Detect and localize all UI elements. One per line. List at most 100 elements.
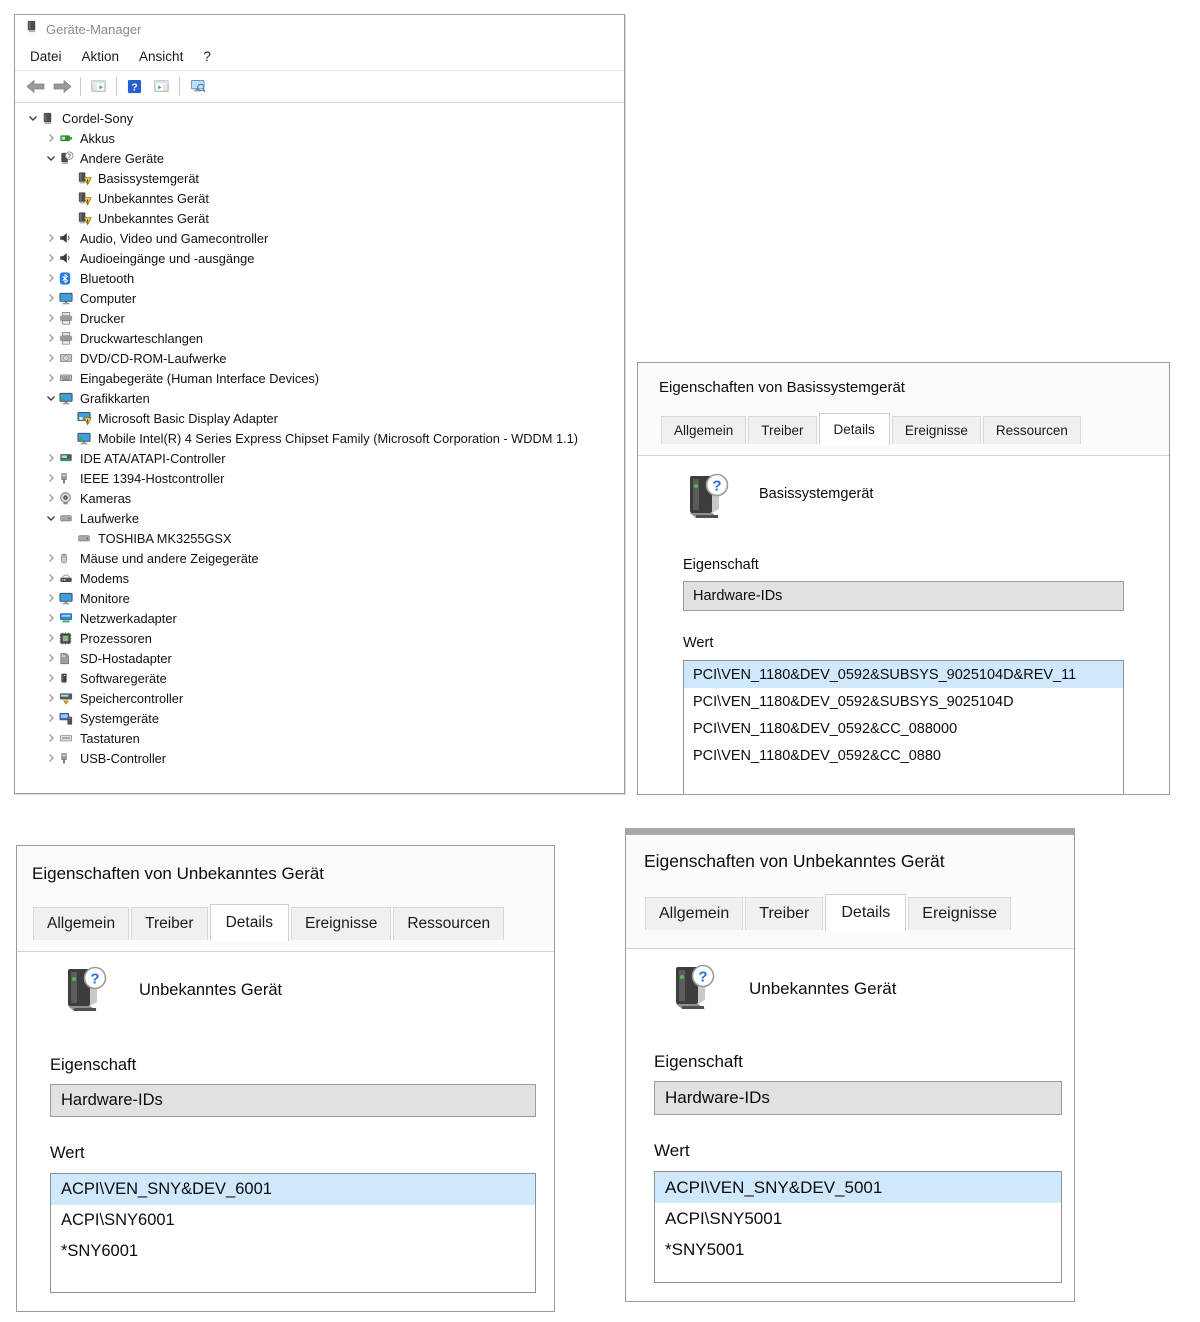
menu-item-aktion[interactable]: Aktion bbox=[72, 45, 130, 68]
chevron-collapsed-icon[interactable] bbox=[43, 711, 58, 726]
tab-ressourcen[interactable]: Ressourcen bbox=[983, 416, 1081, 444]
tree-item[interactable]: IDE ATA/ATAPI-Controller bbox=[15, 448, 624, 468]
hardware-id-value[interactable]: PCI\VEN_1180&DEV_0592&SUBSYS_9025104D&RE… bbox=[684, 661, 1123, 688]
tree-item[interactable]: Softwaregeräte bbox=[15, 668, 624, 688]
property-dropdown[interactable]: Hardware-IDs bbox=[50, 1084, 536, 1117]
tree-item[interactable]: Systemgeräte bbox=[15, 708, 624, 728]
tree-item[interactable]: Speichercontroller bbox=[15, 688, 624, 708]
tab-ereignisse[interactable]: Ereignisse bbox=[908, 897, 1011, 930]
menu-item-?[interactable]: ? bbox=[193, 45, 221, 68]
tab-allgemein[interactable]: Allgemein bbox=[661, 416, 746, 444]
tree-item[interactable]: Prozessoren bbox=[15, 628, 624, 648]
hardware-id-value[interactable]: ACPI\SNY6001 bbox=[51, 1205, 535, 1236]
tree-item[interactable]: Audio, Video und Gamecontroller bbox=[15, 228, 624, 248]
chevron-collapsed-icon[interactable] bbox=[43, 731, 58, 746]
tree-item[interactable]: USB-Controller bbox=[15, 748, 624, 768]
value-listbox[interactable]: ACPI\VEN_SNY&DEV_6001ACPI\SNY6001*SNY600… bbox=[50, 1173, 536, 1293]
tree-item[interactable]: Microsoft Basic Display Adapter bbox=[15, 408, 624, 428]
tree-item[interactable]: Kameras bbox=[15, 488, 624, 508]
tab-treiber[interactable]: Treiber bbox=[745, 897, 823, 930]
help-icon[interactable]: ? bbox=[121, 74, 148, 99]
chevron-collapsed-icon[interactable] bbox=[43, 571, 58, 586]
chevron-collapsed-icon[interactable] bbox=[43, 351, 58, 366]
value-listbox[interactable]: PCI\VEN_1180&DEV_0592&SUBSYS_9025104D&RE… bbox=[683, 660, 1124, 795]
hardware-id-value[interactable]: PCI\VEN_1180&DEV_0592&CC_0880 bbox=[684, 742, 1123, 769]
tree-item[interactable]: Eingabegeräte (Human Interface Devices) bbox=[15, 368, 624, 388]
chevron-collapsed-icon[interactable] bbox=[43, 591, 58, 606]
tree-item[interactable]: Netzwerkadapter bbox=[15, 608, 624, 628]
tab-details[interactable]: Details bbox=[210, 904, 289, 941]
chevron-collapsed-icon[interactable] bbox=[43, 671, 58, 686]
tree-item[interactable]: Audioeingänge und -ausgänge bbox=[15, 248, 624, 268]
hardware-id-value[interactable]: ACPI\VEN_SNY&DEV_5001 bbox=[655, 1172, 1061, 1203]
chevron-collapsed-icon[interactable] bbox=[43, 751, 58, 766]
tree-item[interactable]: SD-Hostadapter bbox=[15, 648, 624, 668]
tree-item[interactable]: Computer bbox=[15, 288, 624, 308]
tree-item[interactable]: TOSHIBA MK3255GSX bbox=[15, 528, 624, 548]
tree-item[interactable]: Bluetooth bbox=[15, 268, 624, 288]
show-console-tree-icon[interactable] bbox=[85, 74, 112, 99]
tab-allgemein[interactable]: Allgemein bbox=[645, 897, 743, 930]
chevron-collapsed-icon[interactable] bbox=[43, 371, 58, 386]
chevron-collapsed-icon[interactable] bbox=[43, 451, 58, 466]
tree-item[interactable]: IEEE 1394-Hostcontroller bbox=[15, 468, 624, 488]
tab-ereignisse[interactable]: Ereignisse bbox=[291, 907, 391, 940]
chevron-collapsed-icon[interactable] bbox=[43, 231, 58, 246]
tree-item[interactable]: Akkus bbox=[15, 128, 624, 148]
chevron-collapsed-icon[interactable] bbox=[43, 491, 58, 506]
tree-item[interactable]: ?Andere Geräte bbox=[15, 148, 624, 168]
tree-item[interactable]: Drucker bbox=[15, 308, 624, 328]
tree-item[interactable]: Modems bbox=[15, 568, 624, 588]
chevron-collapsed-icon[interactable] bbox=[43, 311, 58, 326]
hardware-id-value[interactable]: PCI\VEN_1180&DEV_0592&CC_088000 bbox=[684, 715, 1123, 742]
chevron-collapsed-icon[interactable] bbox=[43, 651, 58, 666]
device-properties-icon[interactable] bbox=[184, 74, 211, 99]
property-dropdown[interactable]: Hardware-IDs bbox=[654, 1081, 1062, 1115]
hardware-id-value[interactable]: PCI\VEN_1180&DEV_0592&SUBSYS_9025104D bbox=[684, 688, 1123, 715]
chevron-collapsed-icon[interactable] bbox=[43, 291, 58, 306]
tab-ereignisse[interactable]: Ereignisse bbox=[892, 416, 981, 444]
tree-item[interactable]: Monitore bbox=[15, 588, 624, 608]
chevron-collapsed-icon[interactable] bbox=[43, 691, 58, 706]
chevron-collapsed-icon[interactable] bbox=[43, 631, 58, 646]
chevron-expanded-icon[interactable] bbox=[25, 111, 40, 126]
tab-details[interactable]: Details bbox=[825, 894, 906, 931]
forward-arrow-icon[interactable] bbox=[49, 74, 76, 99]
menu-item-ansicht[interactable]: Ansicht bbox=[129, 45, 193, 68]
chevron-collapsed-icon[interactable] bbox=[43, 331, 58, 346]
menu-item-datei[interactable]: Datei bbox=[20, 45, 72, 68]
chevron-collapsed-icon[interactable] bbox=[43, 251, 58, 266]
chevron-collapsed-icon[interactable] bbox=[43, 271, 58, 286]
tab-ressourcen[interactable]: Ressourcen bbox=[393, 907, 504, 940]
property-dropdown[interactable]: Hardware-IDs bbox=[683, 581, 1124, 611]
chevron-collapsed-icon[interactable] bbox=[43, 471, 58, 486]
tree-item[interactable]: Unbekanntes Gerät bbox=[15, 208, 624, 228]
tree-item[interactable]: Laufwerke bbox=[15, 508, 624, 528]
chevron-collapsed-icon[interactable] bbox=[43, 131, 58, 146]
tab-allgemein[interactable]: Allgemein bbox=[33, 907, 129, 940]
chevron-expanded-icon[interactable] bbox=[43, 391, 58, 406]
tree-item[interactable]: Cordel-Sony bbox=[15, 108, 624, 128]
tree-item[interactable]: Mobile Intel(R) 4 Series Express Chipset… bbox=[15, 428, 624, 448]
tab-treiber[interactable]: Treiber bbox=[131, 907, 208, 940]
chevron-expanded-icon[interactable] bbox=[43, 151, 58, 166]
hardware-id-value[interactable]: ACPI\SNY5001 bbox=[655, 1203, 1061, 1234]
tree-item[interactable]: Basissystemgerät bbox=[15, 168, 624, 188]
chevron-collapsed-icon[interactable] bbox=[43, 611, 58, 626]
action-pane-icon[interactable] bbox=[148, 74, 175, 99]
value-listbox[interactable]: ACPI\VEN_SNY&DEV_5001ACPI\SNY5001*SNY500… bbox=[654, 1171, 1062, 1283]
tree-item[interactable]: Unbekanntes Gerät bbox=[15, 188, 624, 208]
back-arrow-icon[interactable] bbox=[22, 74, 49, 99]
hardware-id-value[interactable]: ACPI\VEN_SNY&DEV_6001 bbox=[51, 1174, 535, 1205]
tree-item[interactable]: Grafikkarten bbox=[15, 388, 624, 408]
chevron-expanded-icon[interactable] bbox=[43, 511, 58, 526]
tree-item[interactable]: DVD/CD-ROM-Laufwerke bbox=[15, 348, 624, 368]
tree-item[interactable]: Tastaturen bbox=[15, 728, 624, 748]
tree-item[interactable]: Mäuse und andere Zeigegeräte bbox=[15, 548, 624, 568]
tree-item[interactable]: Druckwarteschlangen bbox=[15, 328, 624, 348]
hardware-id-value[interactable]: *SNY5001 bbox=[655, 1234, 1061, 1265]
chevron-collapsed-icon[interactable] bbox=[43, 551, 58, 566]
tab-details[interactable]: Details bbox=[819, 413, 890, 445]
hardware-id-value[interactable]: *SNY6001 bbox=[51, 1236, 535, 1267]
tab-treiber[interactable]: Treiber bbox=[748, 416, 816, 444]
